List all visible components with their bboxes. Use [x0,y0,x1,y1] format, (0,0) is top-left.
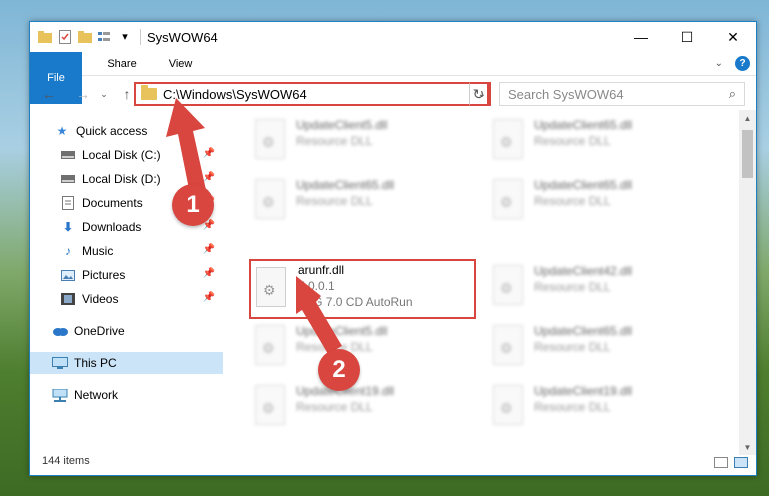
dll-file-icon [493,119,523,159]
refresh-icon[interactable]: ↻ [469,82,489,106]
pin-icon[interactable]: 📌 [203,148,215,159]
tab-share[interactable]: Share [91,52,152,75]
sidebar-item-quick-access[interactable]: ★ Quick access [30,120,223,142]
title-bar: ▾ SysWOW64 — ☐ ✕ [30,22,756,52]
back-icon[interactable]: ← [38,83,60,105]
folder-icon [141,85,157,100]
scroll-up-icon[interactable]: ▲ [739,110,756,126]
file-version: 7.0.0.1 [298,279,335,293]
pin-icon[interactable]: 📌 [203,292,215,303]
sidebar-item-label: This PC [74,356,117,370]
explorer-window: ▾ SysWOW64 — ☐ ✕ File Home Share View ⌄ … [29,21,757,476]
dll-file-icon [255,385,285,425]
list-item[interactable]: UpdateClient19.dll Resource DLL [248,380,468,432]
sidebar-item-videos[interactable]: Videos 📌 [30,288,223,310]
step-2-badge: 2 [318,349,360,391]
navigation-bar: ← → ⌄ ↑ C:\Windows\SysWOW64 ⌄ ↻ Search S… [30,79,756,109]
dll-file-icon [493,385,523,425]
minimize-button[interactable]: — [618,22,664,52]
help-icon[interactable]: ? [735,56,750,71]
list-item[interactable]: UpdateClient65.dll Resource DLL [486,174,706,226]
step-1-badge: 1 [172,184,214,226]
pc-icon [52,356,68,370]
dll-file-icon [256,267,286,307]
scroll-down-icon[interactable]: ▼ [739,439,756,455]
music-icon: ♪ [65,244,71,258]
list-item[interactable]: UpdateClient65.dll Resource DLL [486,114,706,166]
address-bar[interactable]: C:\Windows\SysWOW64 ⌄ [134,82,491,106]
file-name: arunfr.dll [298,263,345,277]
dll-file-icon [493,179,523,219]
ribbon-tabs: File Home Share View ⌄ ? [30,52,756,104]
customize-dropdown-icon[interactable]: ▾ [118,30,132,44]
dll-file-icon [255,325,285,365]
folder-icon[interactable] [38,30,52,44]
sidebar-item-label: OneDrive [74,324,125,338]
status-item-count: 144 items [42,455,90,467]
highlighted-file-item[interactable]: arunfr.dll 7.0.0.1 AVG 7.0 CD AutoRun [249,259,476,319]
tiles-view-icon[interactable] [734,457,748,468]
sidebar-item-music[interactable]: ♪ Music 📌 [30,240,223,262]
file-description: AVG 7.0 CD AutoRun [298,295,413,309]
dll-file-icon [493,265,523,305]
sidebar-item-this-pc[interactable]: This PC [30,352,223,374]
search-icon[interactable]: ⌕ [729,86,736,102]
dll-file-icon [255,119,285,159]
vertical-scrollbar[interactable]: ▲ ▼ [739,110,756,455]
sidebar-item-pictures[interactable]: Pictures 📌 [30,264,223,286]
sidebar-item-label: Documents [82,196,143,210]
pin-icon[interactable]: 📌 [203,244,215,255]
window-controls: — ☐ ✕ [618,22,756,52]
file-list: UpdateClient5.dll Resource DLL UpdateCli… [240,110,740,455]
sidebar-item-label: Videos [82,292,119,306]
sidebar-item-label: Pictures [82,268,126,282]
star-icon: ★ [56,124,68,138]
properties-icon[interactable] [58,30,72,44]
sidebar-item-local-disk-c[interactable]: Local Disk (C:) 📌 [30,144,223,166]
pictures-icon [60,268,76,282]
list-item[interactable]: UpdateClient42.dll Resource DLL [486,260,706,312]
list-item[interactable]: UpdateClient65.dll Resource DLL [486,320,706,372]
maximize-button[interactable]: ☐ [664,22,710,52]
navigation-pane: ★ Quick access Local Disk (C:) 📌 Local D… [30,118,223,448]
expand-ribbon-icon[interactable]: ⌄ [715,58,723,69]
list-item[interactable]: UpdateClient5.dll Resource DLL [248,114,468,166]
title-separator [140,29,141,45]
sidebar-item-label: Local Disk (C:) [82,148,161,162]
sidebar-item-label: Downloads [82,220,142,234]
window-title: SysWOW64 [147,29,218,45]
new-folder-icon[interactable] [78,30,92,44]
view-toggle [714,457,748,468]
sidebar-item-label: Network [74,388,119,402]
dll-file-icon [493,325,523,365]
sidebar-item-label: Music [82,244,114,258]
sidebar-item-network[interactable]: Network [30,384,223,406]
sidebar-item-label: Local Disk (D:) [82,172,161,186]
search-input[interactable]: Search SysWOW64 ⌕ [499,82,745,106]
download-icon: ⬇ [62,220,74,234]
pin-icon[interactable]: 📌 [203,172,215,183]
quick-access-toolbar: ▾ [30,30,132,44]
list-item[interactable]: UpdateClient65.dll Resource DLL [248,174,468,226]
drive-icon [60,172,76,186]
drive-icon [60,148,76,162]
view-options-icon[interactable] [98,30,112,44]
cloud-icon [52,324,68,338]
recent-locations-icon[interactable]: ⌄ [98,83,110,105]
scroll-thumb[interactable] [742,130,753,178]
network-icon [52,388,68,402]
close-button[interactable]: ✕ [710,22,756,52]
tab-view[interactable]: View [153,52,209,75]
address-path[interactable]: C:\Windows\SysWOW64 [163,87,475,102]
documents-icon [60,196,76,210]
forward-icon[interactable]: → [72,83,94,105]
dll-file-icon [255,179,285,219]
list-item[interactable]: UpdateClient19.dll Resource DLL [486,380,706,432]
details-view-icon[interactable] [714,457,728,468]
pin-icon[interactable]: 📌 [203,268,215,279]
sidebar-item-onedrive[interactable]: OneDrive [30,320,223,342]
sidebar-item-label: Quick access [76,124,148,138]
search-placeholder: Search SysWOW64 [508,86,624,102]
videos-icon [60,292,76,306]
